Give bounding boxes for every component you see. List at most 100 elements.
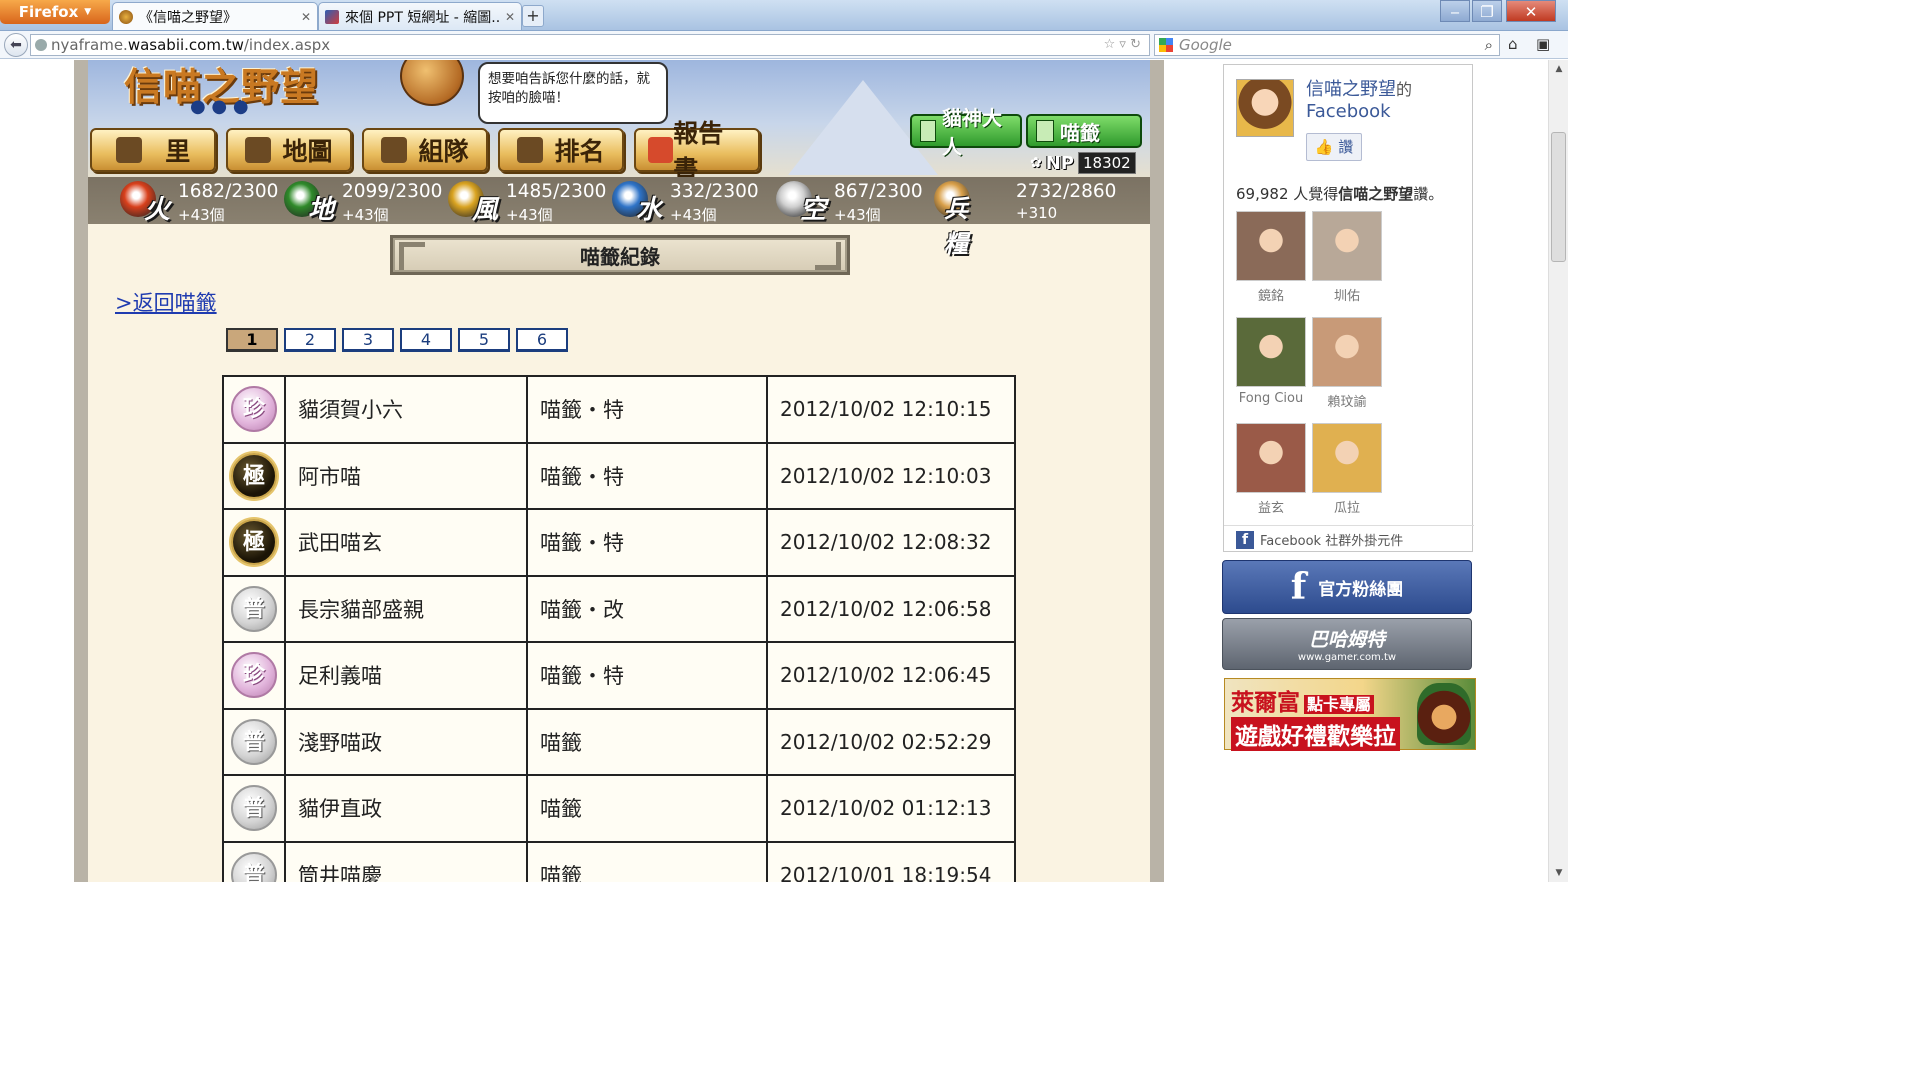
like-page-name[interactable]: 信喵之野望 [1338,185,1413,203]
url-bar[interactable]: nyaframe. wasabii.com.tw/index.aspx ☆ ▿ ↻ [30,34,1150,56]
fan-name[interactable]: Fong Ciou [1236,391,1306,406]
dropdown-icon[interactable]: ▿ [1119,37,1126,52]
facebook-page-title[interactable]: 信喵之野望的 Facebook [1306,79,1466,123]
gamer-banner[interactable]: 巴哈姆特 www.gamer.com.tw [1222,618,1472,670]
lottery-button[interactable]: 喵籤 [1026,114,1142,148]
card-name: 淺野喵政 [284,707,528,776]
page-1-button[interactable]: 1 [226,328,278,352]
hilife-ad-banner[interactable]: 萊爾富 點卡專屬 遊戲好禮歡樂拉 [1224,678,1476,751]
paw-prints-icon: ● ● ● [190,96,249,117]
fan-item[interactable]: 賴玟諭 [1312,317,1382,410]
google-engine-icon[interactable] [1159,38,1173,52]
tab-ppt[interactable]: 來個 PPT 短網址 - 縮圖... ✕ [318,2,522,30]
game-content: 信喵之野望 ● ● ● 想要咱告訴您什麼的話，就按咱的臉喵！ 里 地圖 組隊 排… [88,60,1150,882]
back-to-lottery-link[interactable]: >返回喵籤 [115,287,217,317]
nav-map-button[interactable]: 地圖 [226,128,352,172]
reload-icon[interactable]: ↻ [1130,37,1141,52]
lottery-label: 喵籤 [1060,120,1100,145]
wind-icon: 風 [446,177,504,225]
page-6-button[interactable]: 6 [516,328,568,352]
draw-time: 2012/10/02 12:10:03 [766,441,1016,510]
facebook-f-icon: f [1290,566,1307,608]
np-value: 18302 [1078,152,1136,174]
resource-gain: +43個 [342,206,389,224]
fan-avatar[interactable] [1312,317,1382,387]
plugin-footer-text[interactable]: Facebook 社群外掛元件 [1260,530,1403,549]
page-5-button[interactable]: 5 [458,328,510,352]
facebook-link[interactable]: Facebook [1306,101,1391,122]
fan-avatar[interactable] [1236,317,1306,387]
nav-village-button[interactable]: 里 [90,128,216,172]
fan-avatar[interactable] [1312,211,1382,281]
fan-item[interactable]: 瓜拉 [1312,423,1382,516]
fan-name[interactable]: 益玄 [1236,497,1306,516]
mascot-cat-face[interactable] [400,60,464,106]
rarity-badge-icon: 珍 [231,652,277,699]
fan-item[interactable]: Fong Ciou [1236,317,1306,406]
vertical-scrollbar[interactable]: ▲ ▼ [1548,60,1568,882]
search-icon[interactable]: ⌕ [1485,36,1493,54]
rarity-cell: 珍 [222,641,286,710]
tab-nyaframe[interactable]: 《信喵之野望》 ✕ [112,2,318,30]
cat-god-button[interactable]: 貓神大人 [910,106,1022,159]
table-row: 普長宗貓部盛親 喵籤・改 2012/10/02 12:06:58 [222,574,1016,643]
cards-icon [1036,120,1054,142]
back-button[interactable]: ⬅ [4,33,28,57]
like-label: 讚 [1338,138,1354,156]
draw-time: 2012/10/02 12:10:15 [766,375,1016,444]
card-name: 阿市喵 [284,441,528,510]
draw-time: 2012/10/01 18:19:54 [766,840,1016,882]
scroll-thumb[interactable] [1551,132,1566,262]
restore-button[interactable]: ❐ [1472,0,1502,22]
page-2-button[interactable]: 2 [284,328,336,352]
site-identity-icon[interactable] [35,39,47,51]
fan-item[interactable]: 益玄 [1236,423,1306,516]
fan-avatar[interactable] [1312,423,1382,493]
nav-label: 里 [165,137,191,166]
resource-amount: 332/2300 [670,181,759,202]
draw-time: 2012/10/02 12:08:32 [766,508,1016,577]
report-icon [648,137,674,163]
fan-avatar[interactable] [1236,423,1306,493]
fan-item[interactable]: 圳佑 [1312,211,1382,304]
nav-report-button[interactable]: 報告書 [634,119,760,184]
fan-name[interactable]: 圳佑 [1312,285,1382,304]
fan-avatar[interactable] [1236,211,1306,281]
paw-icon: ✿ [1030,155,1042,171]
rarity-cell: 極 [222,441,286,510]
fan-name[interactable]: 賴玟諭 [1312,391,1382,410]
home-icon[interactable]: ⌂ [1508,35,1518,53]
resource-amount: 867/2300 [834,181,923,202]
close-icon[interactable]: ✕ [301,10,311,24]
scroll-up-icon[interactable]: ▲ [1549,64,1569,74]
nav-ranking-button[interactable]: 排名 [498,128,624,172]
nav-team-button[interactable]: 組隊 [362,128,488,172]
like-button[interactable]: 👍 讚 [1306,133,1362,161]
search-bar[interactable]: Google ⌕ [1154,34,1500,56]
fan-name[interactable]: 瓜拉 [1312,497,1382,516]
scroll-down-icon[interactable]: ▼ [1549,868,1569,878]
fan-item[interactable]: 鏡銘 [1236,211,1306,304]
firefox-menu-button[interactable]: Firefox ▼ [0,0,110,24]
page-name-link[interactable]: 信喵之野望 [1306,79,1396,100]
official-fan-page-banner[interactable]: f 官方粉絲團 [1222,560,1472,614]
bookmark-star-icon[interactable]: ☆ [1104,37,1116,52]
url-host: wasabii.com.tw [127,36,244,54]
samurai-cat-illustration [1417,683,1471,745]
map-icon [245,137,272,163]
page-avatar[interactable] [1236,79,1294,137]
page-3-button[interactable]: 3 [342,328,394,352]
window-close-button[interactable]: ✕ [1506,0,1556,22]
like-text-post: 讚。 [1413,185,1444,203]
nav-label: 地圖 [282,137,333,166]
nav-label: 報告書 [673,119,724,184]
facebook-icon[interactable]: f [1236,530,1254,549]
close-icon[interactable]: ✕ [505,10,515,24]
sky-icon: 空 [774,177,832,225]
gamer-url: www.gamer.com.tw [1297,652,1397,663]
page-4-button[interactable]: 4 [400,328,452,352]
addon-menu-icon[interactable]: ▣ [1536,35,1550,53]
fan-name[interactable]: 鏡銘 [1236,285,1306,304]
new-tab-button[interactable]: + [522,5,544,27]
minimize-button[interactable]: ‒ [1440,0,1470,22]
